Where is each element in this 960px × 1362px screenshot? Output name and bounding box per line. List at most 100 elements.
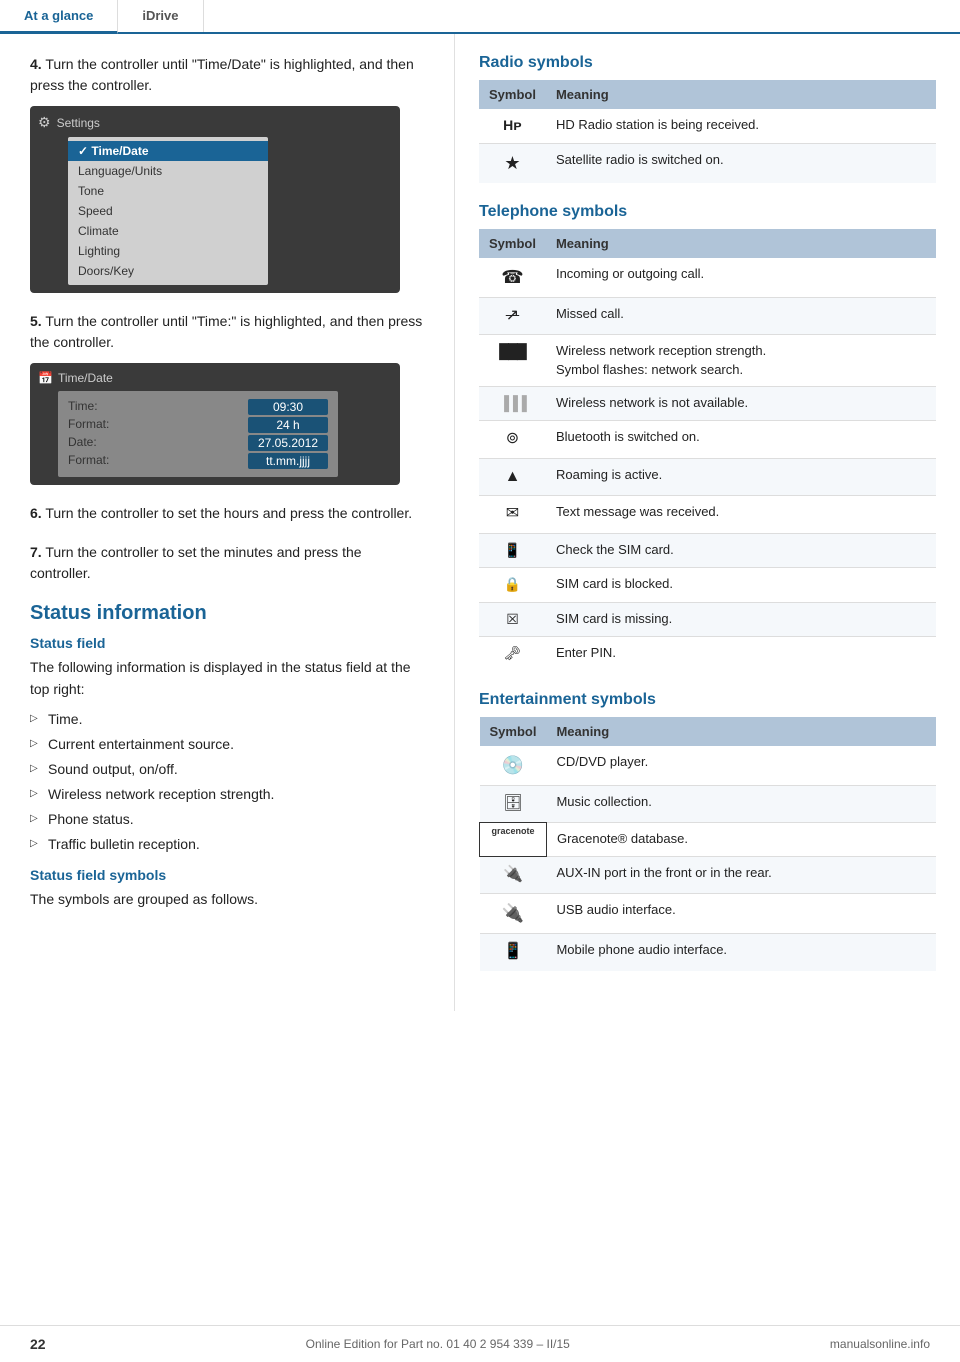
ent-meaning-usb: USB audio interface.	[546, 894, 936, 934]
settings-screen-title: Settings	[57, 116, 100, 130]
time-value: 09:30	[248, 399, 328, 415]
tel-meaning-sim-check: Check the SIM card.	[546, 533, 936, 568]
step-6-text: Turn the controller to set the hours and…	[45, 505, 412, 521]
radio-symbols-title: Radio symbols	[479, 54, 936, 72]
tel-meaning-sim-blocked: SIM card is blocked.	[546, 568, 936, 603]
radio-symbol-hd: Hᴘ	[479, 109, 546, 143]
menu-item-climate: Climate	[68, 221, 268, 241]
table-row: 🔌 AUX-IN port in the front or in the rea…	[480, 856, 937, 893]
radio-meaning-hd: HD Radio station is being received.	[546, 109, 936, 143]
step-7: 7. Turn the controller to set the minute…	[30, 542, 424, 584]
tel-symbol-call: ☎	[479, 258, 546, 298]
ent-meaning-phone-audio: Mobile phone audio interface.	[546, 934, 936, 971]
tab-idrive[interactable]: iDrive	[118, 0, 203, 32]
step-5: 5. Turn the controller until "Time:" is …	[30, 311, 424, 485]
footer-website: manualsonline.info	[830, 1337, 930, 1351]
menu-item-lighting: Lighting	[68, 241, 268, 261]
ent-col-meaning: Meaning	[546, 717, 936, 746]
tel-symbol-sim-blocked: 🔒	[479, 568, 546, 603]
time-date-form-body: Time: 09:30 Format: 24 h Date: 27.05.201…	[58, 391, 338, 477]
tel-meaning-pin: Enter PIN.	[546, 637, 936, 671]
radio-symbol-sat: ★	[479, 143, 546, 183]
radio-symbols-table: Symbol Meaning Hᴘ HD Radio station is be…	[479, 80, 936, 183]
radio-col-meaning: Meaning	[546, 80, 936, 109]
step-7-text: Turn the controller to set the minutes a…	[30, 544, 362, 581]
radio-table-header: Symbol Meaning	[479, 80, 936, 109]
right-column: Radio symbols Symbol Meaning Hᴘ HD Radio…	[455, 34, 960, 1011]
menu-item-speed: Speed	[68, 201, 268, 221]
status-field-subtitle: Status field	[30, 635, 424, 651]
format1-label: Format:	[68, 417, 109, 433]
gear-icon: ⚙	[38, 114, 51, 131]
time-date-title: Time/Date	[58, 371, 113, 385]
status-field-desc: The following information is displayed i…	[30, 656, 424, 701]
table-row: gracenote Gracenote® database.	[480, 823, 937, 856]
table-row: 🗄 Music collection.	[480, 786, 937, 823]
tel-symbol-msg: ✉	[479, 496, 546, 533]
ent-meaning-cd: CD/DVD player.	[546, 746, 936, 786]
table-row: ▲ Roaming is active.	[479, 458, 936, 495]
status-symbols-desc: The symbols are grouped as follows.	[30, 888, 424, 910]
form-row-format1: Format: 24 h	[68, 417, 328, 433]
form-row-format2: Format: tt.mm.jjjj	[68, 453, 328, 469]
format1-value: 24 h	[248, 417, 328, 433]
form-row-time: Time: 09:30	[68, 399, 328, 415]
table-row: ███ Wireless network reception strength.…	[479, 335, 936, 386]
table-row: 📱 Check the SIM card.	[479, 533, 936, 568]
radio-meaning-sat: Satellite radio is switched on.	[546, 143, 936, 183]
tel-meaning-sim-missing: SIM card is missing.	[546, 602, 936, 637]
menu-item-language: Language/Units	[68, 161, 268, 181]
ent-col-symbol: Symbol	[480, 717, 547, 746]
date-value: 27.05.2012	[248, 435, 328, 451]
ent-symbol-gracenote: gracenote	[480, 823, 547, 856]
tel-meaning-roaming: Roaming is active.	[546, 458, 936, 495]
table-row: 📱 Mobile phone audio interface.	[480, 934, 937, 971]
ent-symbol-cd: 💿	[480, 746, 547, 786]
tab-at-a-glance[interactable]: At a glance	[0, 0, 118, 34]
main-content: 4. Turn the controller until "Time/Date"…	[0, 34, 960, 1011]
bullet-sound: Sound output, on/off.	[30, 757, 424, 782]
tel-meaning-signal: Wireless network reception strength.Symb…	[546, 335, 936, 386]
table-row: Hᴘ HD Radio station is being received.	[479, 109, 936, 143]
bullet-entertainment: Current entertainment source.	[30, 732, 424, 757]
bullet-time: Time.	[30, 707, 424, 732]
table-row: ↗ Missed call.	[479, 297, 936, 334]
format2-label: Format:	[68, 453, 109, 469]
step-4-text: Turn the controller until "Time/Date" is…	[30, 56, 414, 93]
date-label: Date:	[68, 435, 97, 451]
entertainment-symbols-table: Symbol Meaning 💿 CD/DVD player. 🗄 Music …	[479, 717, 936, 971]
settings-menu: ✓ Time/Date Language/Units Tone Speed Cl…	[68, 137, 268, 285]
tel-symbol-roaming: ▲	[479, 458, 546, 495]
telephone-symbols-table: Symbol Meaning ☎ Incoming or outgoing ca…	[479, 229, 936, 671]
time-date-header: 📅 Time/Date	[38, 371, 392, 385]
step-4-number: 4.	[30, 56, 42, 72]
bullet-phone: Phone status.	[30, 807, 424, 832]
bullet-traffic: Traffic bulletin reception.	[30, 832, 424, 857]
form-row-date: Date: 27.05.2012	[68, 435, 328, 451]
tel-meaning-call: Incoming or outgoing call.	[546, 258, 936, 298]
tel-symbol-pin: 🗝	[479, 637, 546, 671]
step-7-number: 7.	[30, 544, 42, 560]
step-6: 6. Turn the controller to set the hours …	[30, 503, 424, 524]
settings-screen-mockup: ⚙ Settings ✓ Time/Date Language/Units To…	[30, 106, 400, 293]
entertainment-symbols-title: Entertainment symbols	[479, 691, 936, 709]
step-6-number: 6.	[30, 505, 42, 521]
format2-value: tt.mm.jjjj	[248, 453, 328, 469]
table-row: ☒ SIM card is missing.	[479, 602, 936, 637]
menu-item-time-date: ✓ Time/Date	[68, 141, 268, 161]
radio-col-symbol: Symbol	[479, 80, 546, 109]
table-row: ✉ Text message was received.	[479, 496, 936, 533]
telephone-symbols-title: Telephone symbols	[479, 203, 936, 221]
page-footer: 22 Online Edition for Part no. 01 40 2 9…	[0, 1325, 960, 1362]
footer-copyright: Online Edition for Part no. 01 40 2 954 …	[306, 1337, 570, 1351]
ent-symbol-music: 🗄	[480, 786, 547, 823]
tel-symbol-bt: ⊚	[479, 421, 546, 458]
ent-symbol-usb: 🔌	[480, 894, 547, 934]
time-label: Time:	[68, 399, 98, 415]
table-row: 🔌 USB audio interface.	[480, 894, 937, 934]
tel-meaning-msg: Text message was received.	[546, 496, 936, 533]
table-row: ⊚ Bluetooth is switched on.	[479, 421, 936, 458]
ent-meaning-music: Music collection.	[546, 786, 936, 823]
time-date-screen: 📅 Time/Date Time: 09:30 Format: 24 h Dat…	[30, 363, 400, 485]
tel-col-symbol: Symbol	[479, 229, 546, 258]
